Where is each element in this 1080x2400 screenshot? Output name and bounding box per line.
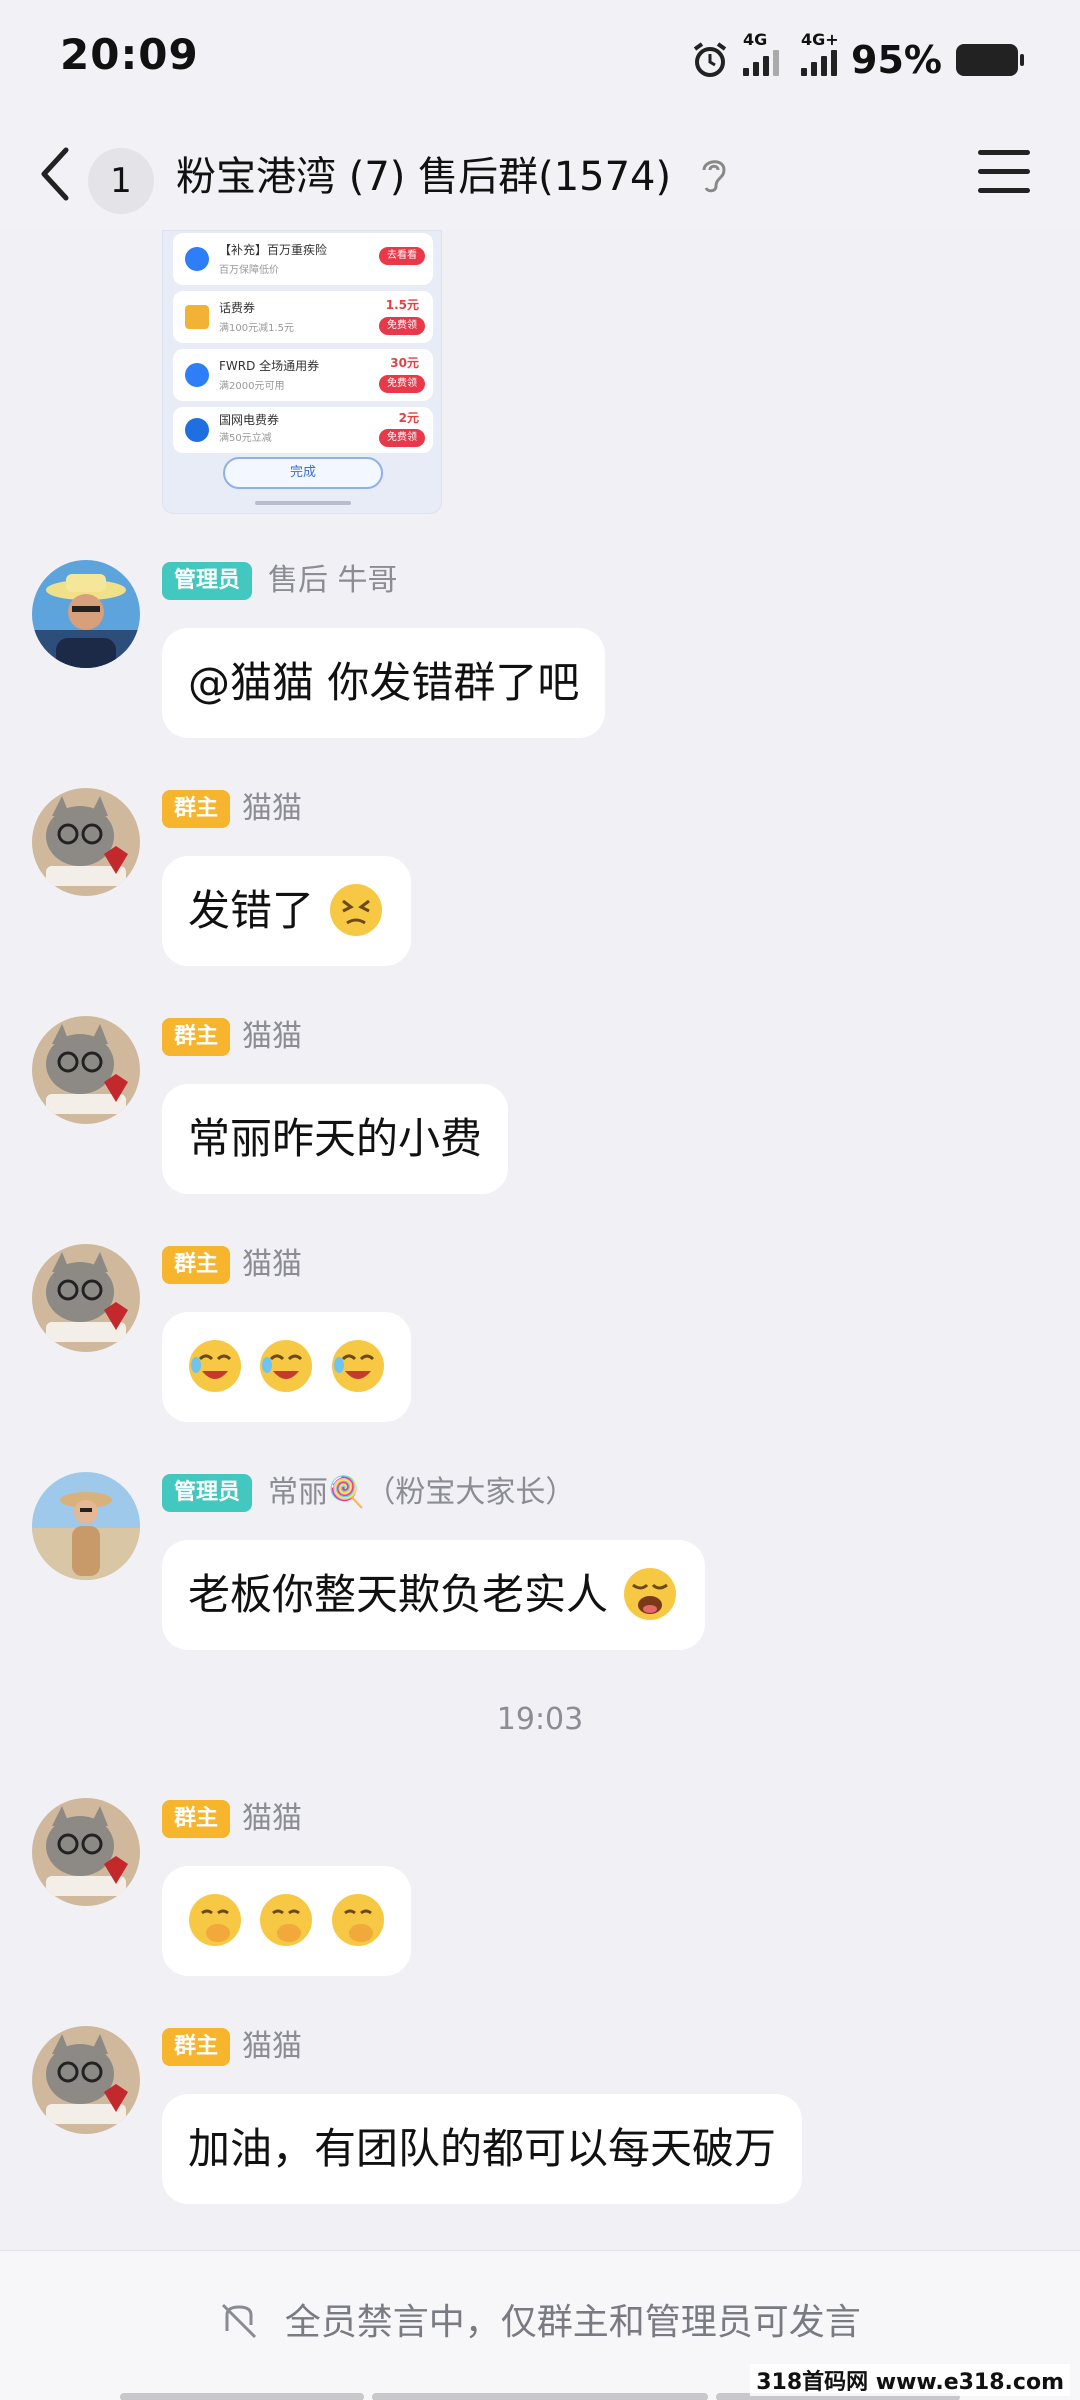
back-icon[interactable] (36, 144, 96, 204)
crying-face-emoji-icon (624, 1567, 677, 1620)
scroll-indicator (372, 2393, 708, 2400)
earpiece-mode-icon (702, 160, 726, 193)
chat-title[interactable]: 粉宝港湾 (7) 售后群(1574) (176, 144, 671, 202)
dizzy-face-emoji-icon (330, 883, 383, 936)
sender-name[interactable]: 常丽🍭（粉宝大家长） (268, 1474, 575, 1512)
status-icons: 4G 4G+ 95% (691, 30, 1024, 84)
chat-header: 1 粉宝港湾 (7) 售后群(1574) (0, 118, 1080, 230)
shared-image[interactable]: 【补充】百万重疾险 百万保障低价 去看看 话费券 满100元减1.5元 1.5元… (162, 230, 442, 514)
electric-icon (185, 418, 209, 442)
avatar[interactable] (32, 788, 140, 896)
timestamp: 19:03 (496, 1702, 584, 1737)
owner-badge: 群主 (162, 1800, 231, 1838)
message-bubble[interactable] (162, 1866, 411, 1976)
battery-percent: 95% (851, 38, 942, 82)
sender-name[interactable]: 猫猫 (242, 1246, 302, 1284)
list-item: FWRD 全场通用券 满2000元可用 30元 免费领 (173, 349, 433, 401)
message-bubble[interactable]: @猫猫 你发错群了吧 (162, 628, 606, 738)
alarm-icon (693, 42, 727, 77)
mute-icon (222, 2303, 257, 2339)
hand-over-mouth-emoji-icon (331, 1893, 384, 1946)
home-indicator (255, 501, 351, 505)
laugh-cry-emoji-icon (189, 1339, 241, 1392)
done-button: 完成 (223, 457, 383, 489)
owner-badge: 群主 (162, 2028, 231, 2066)
hand-over-mouth-emoji-icon (260, 1893, 313, 1946)
message-bubble[interactable]: 发错了 (162, 856, 412, 966)
list-item: 话费券 满100元减1.5元 1.5元 免费领 (173, 291, 433, 343)
scroll-indicator (120, 2393, 364, 2400)
sender-name[interactable]: 售后 牛哥 (268, 562, 398, 600)
sender-name[interactable]: 猫猫 (242, 2028, 302, 2066)
owner-badge: 群主 (162, 1246, 231, 1284)
laugh-cry-emoji-icon (331, 1339, 384, 1392)
admin-badge: 管理员 (162, 562, 253, 600)
avatar[interactable] (32, 2026, 140, 2134)
menu-icon[interactable] (978, 150, 1030, 196)
list-item: 【补充】百万重疾险 百万保障低价 去看看 (173, 233, 433, 285)
hand-over-mouth-emoji-icon (189, 1893, 241, 1946)
sender-name[interactable]: 猫猫 (242, 1800, 302, 1838)
avatar[interactable] (32, 1016, 140, 1124)
mute-bar: 全员禁言中，仅群主和管理员可发言 318首码网 www.e318.com (0, 2250, 1080, 2400)
avatar[interactable] (32, 1798, 140, 1906)
status-time: 20:09 (60, 30, 199, 79)
sender-name[interactable]: 猫猫 (242, 790, 302, 828)
watermark: 318首码网 www.e318.com (750, 2364, 1070, 2396)
status-bar: 20:09 4G 4G+ 95% (0, 0, 1080, 118)
coupon-icon (185, 363, 209, 387)
signal-icon-sim1: 4G (743, 30, 780, 76)
laugh-cry-emoji-icon (260, 1339, 313, 1392)
owner-badge: 群主 (162, 790, 231, 828)
sender-name[interactable]: 猫猫 (242, 1018, 302, 1056)
battery-icon (956, 44, 1024, 76)
owner-badge: 群主 (162, 1018, 231, 1056)
signal-icon-sim2: 4G+ (801, 30, 839, 76)
insurance-icon (185, 247, 209, 271)
avatar[interactable] (32, 1472, 140, 1580)
unread-count-badge[interactable]: 1 (88, 148, 154, 214)
message-bubble[interactable] (162, 1312, 411, 1422)
message-bubble[interactable]: 常丽昨天的小费 (162, 1084, 509, 1194)
list-item: 国网电费券 满50元立减 2元 免费领 (173, 407, 433, 453)
admin-badge: 管理员 (162, 1474, 253, 1512)
phone-icon (185, 305, 209, 329)
avatar[interactable] (32, 1244, 140, 1352)
avatar[interactable] (32, 560, 140, 668)
message-bubble[interactable]: 老板你整天欺负老实人 (162, 1540, 706, 1650)
message-list[interactable]: 【补充】百万重疾险 百万保障低价 去看看 话费券 满100元减1.5元 1.5元… (0, 230, 1080, 2250)
message-bubble[interactable]: 加油，有团队的都可以每天破万 (162, 2094, 803, 2204)
mute-notice: 全员禁言中，仅群主和管理员可发言 (0, 2293, 1080, 2345)
